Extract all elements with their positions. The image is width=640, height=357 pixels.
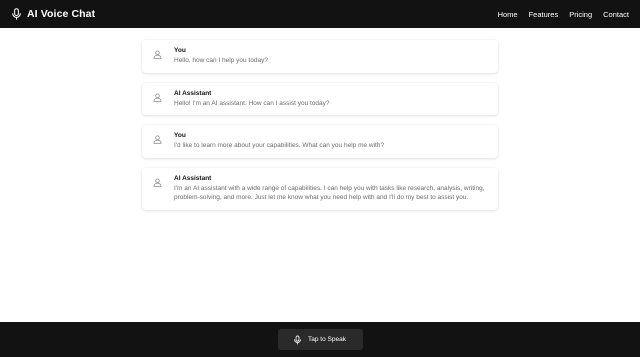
- nav-link-home[interactable]: Home: [498, 10, 518, 19]
- chat-message: AI Assistant Hello! I'm an AI assistant.…: [142, 82, 498, 115]
- microphone-icon: [12, 8, 21, 20]
- message-text: Hello, how can I help you today?: [174, 57, 268, 64]
- message-sender: AI Assistant: [174, 174, 212, 182]
- nav-link-pricing[interactable]: Pricing: [569, 10, 592, 19]
- speak-label: Tap to Speak: [308, 336, 346, 343]
- chat-message: You Hello, how can I help you today?: [142, 40, 498, 73]
- brand[interactable]: AI Voice Chat: [12, 8, 95, 20]
- user-icon: [153, 50, 162, 59]
- user-icon: [153, 178, 162, 187]
- microphone-icon: [294, 335, 301, 344]
- message-sender: You: [174, 47, 186, 54]
- chat-message: You I'd like to learn more about your ca…: [142, 125, 498, 158]
- tap-to-speak-button[interactable]: Tap to Speak: [277, 329, 363, 350]
- nav-link-features[interactable]: Features: [529, 10, 559, 19]
- user-icon: [153, 135, 162, 144]
- user-icon: [153, 93, 162, 102]
- message-body: You I'd like to learn more about your ca…: [174, 132, 490, 151]
- top-navbar: AI Voice Chat Home Features Pricing Cont…: [0, 0, 640, 28]
- bottom-bar: Tap to Speak: [0, 322, 640, 357]
- message-text: I'd like to learn more about your capabi…: [174, 142, 385, 149]
- nav-link-contact[interactable]: Contact: [603, 10, 629, 19]
- main-nav: Home Features Pricing Contact: [498, 10, 629, 19]
- message-body: AI Assistant Hello! I'm an AI assistant.…: [174, 90, 490, 109]
- message-text: I'm an AI assistant with a wide range of…: [174, 184, 485, 202]
- message-text: Hello! I'm an AI assistant. How can I as…: [174, 99, 330, 107]
- message-sender: You: [174, 132, 186, 139]
- message-body: You Hello, how can I help you today?: [174, 47, 490, 66]
- message-body: AI Assistant I'm an AI assistant with a …: [174, 175, 490, 203]
- message-sender: AI Assistant: [174, 89, 212, 97]
- chat-messages: You Hello, how can I help you today? AI …: [142, 40, 498, 210]
- app-title: AI Voice Chat: [27, 8, 96, 20]
- chat-message: AI Assistant I'm an AI assistant with a …: [142, 167, 498, 210]
